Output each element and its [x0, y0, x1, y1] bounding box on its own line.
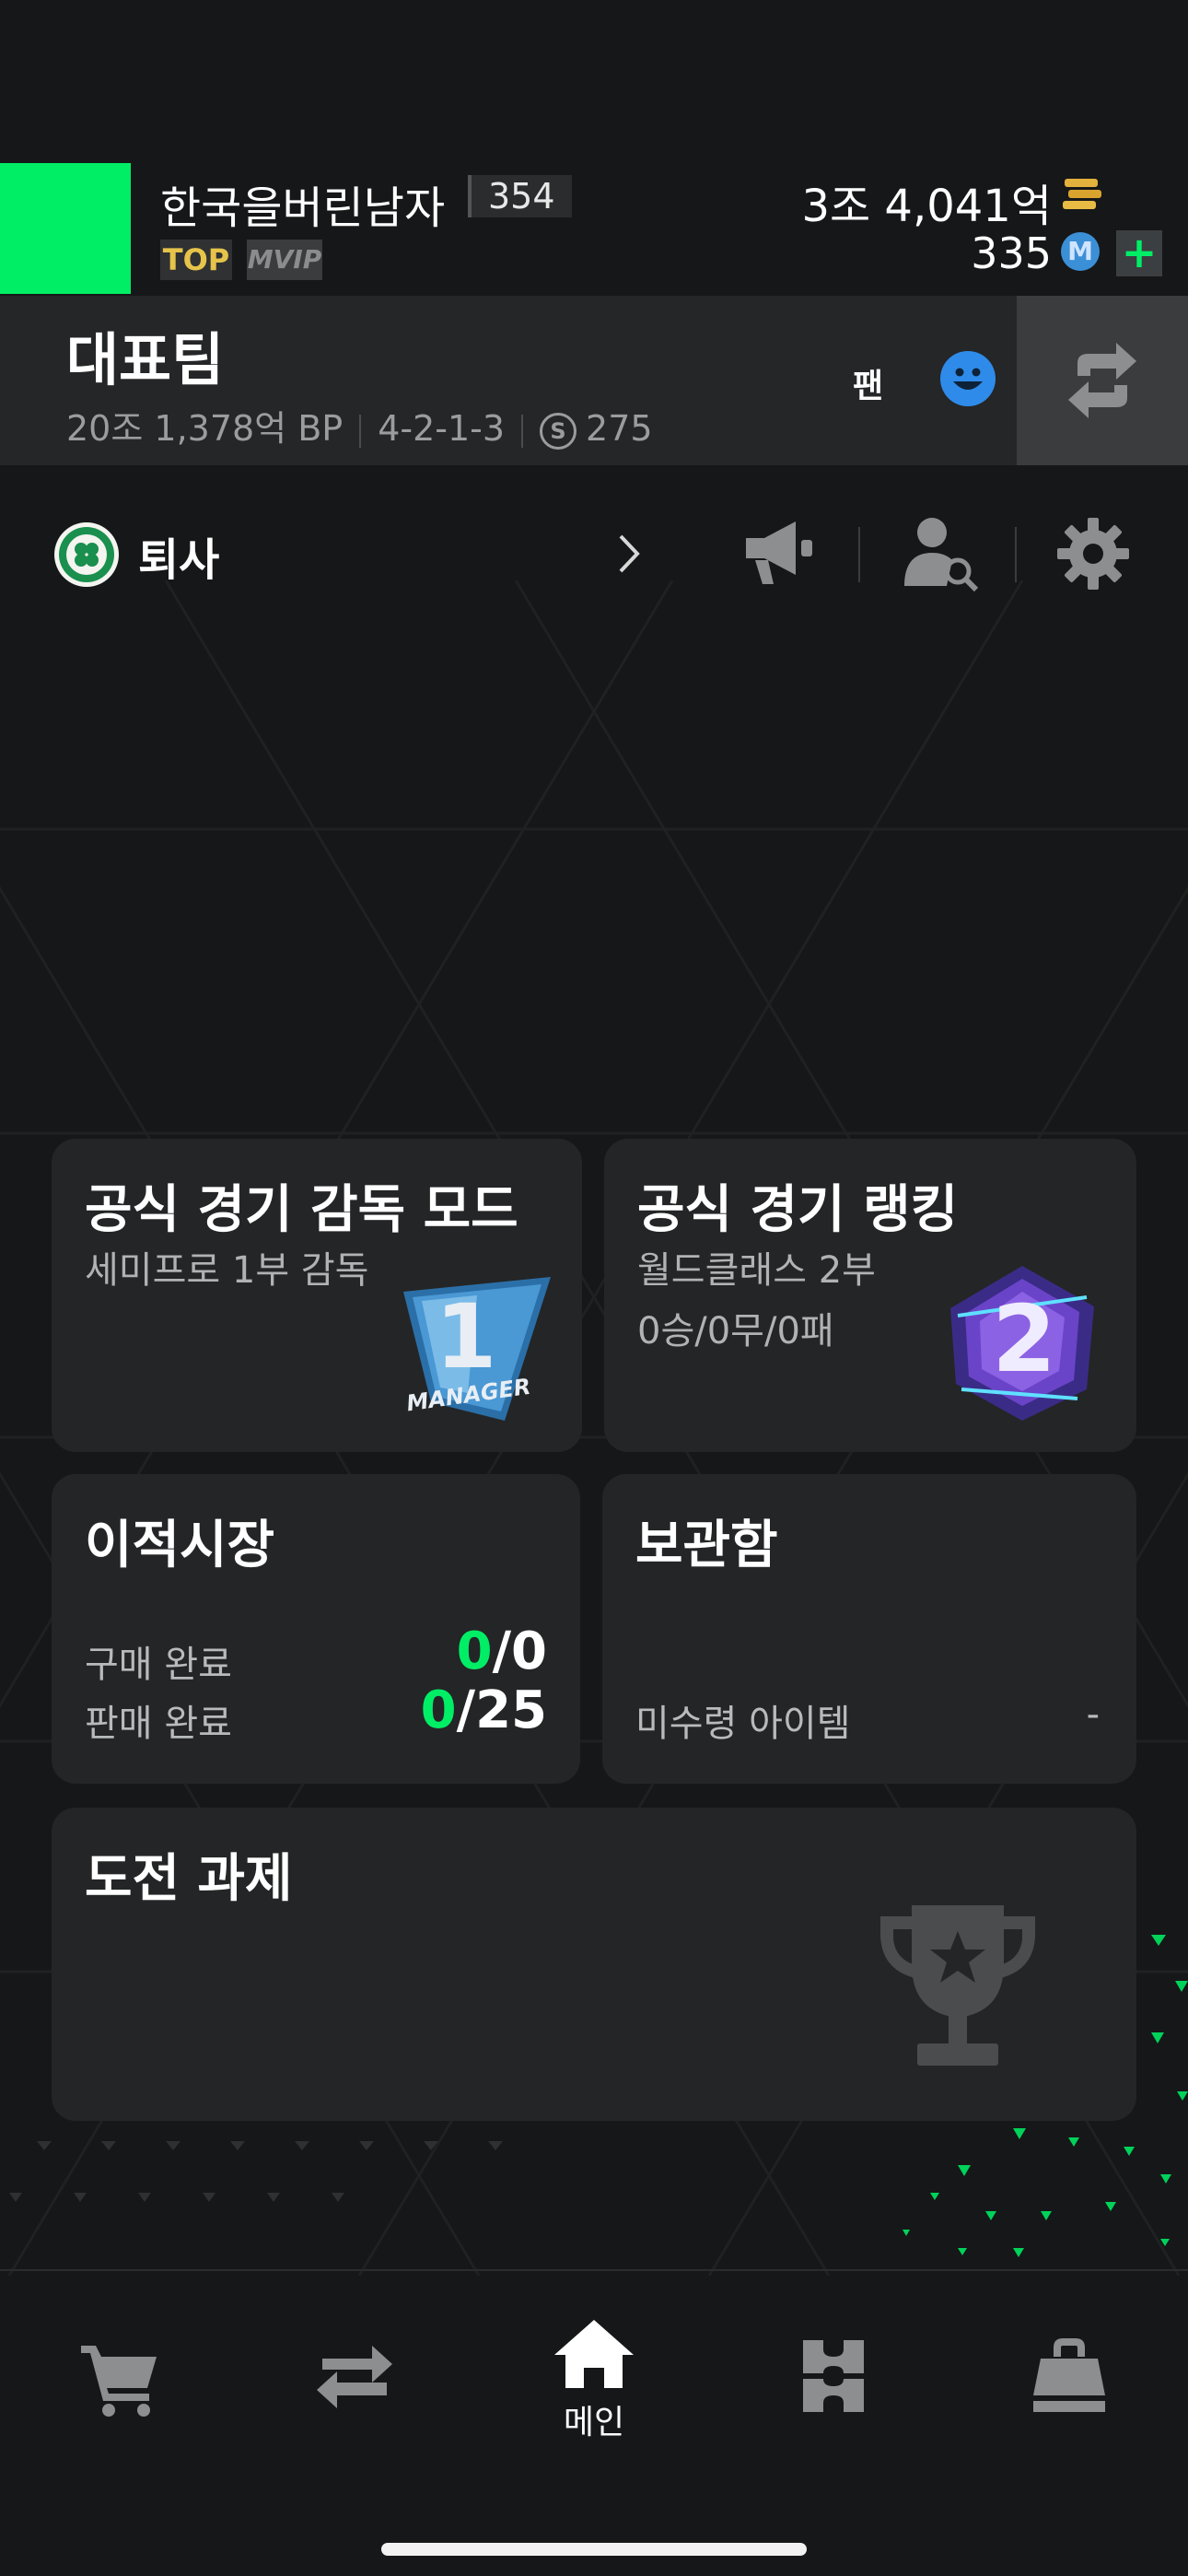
- team-value: 20조 1,378억 BP: [66, 408, 344, 449]
- sell-complete-label: 판매 완료: [85, 1703, 232, 1745]
- mc-coin-icon: M: [1061, 232, 1100, 271]
- divider: [858, 527, 860, 582]
- buy-total: /0: [492, 1622, 547, 1681]
- divider: [1015, 527, 1017, 582]
- ranking-card[interactable]: 공식 경기 랭킹 월드클래스 2부 0승/0무/0패 2: [604, 1139, 1136, 1452]
- vip-badge: 𝙈VIP: [247, 240, 322, 280]
- vip-badge-label: VIP: [273, 244, 322, 275]
- ranking-subtitle: 월드클래스 2부: [637, 1249, 876, 1292]
- bag-icon[interactable]: [1028, 2335, 1111, 2418]
- ranking-emblem-icon: 2: [950, 1266, 1094, 1421]
- transfer-market-card[interactable]: 이적시장 구매 완료 0/0 판매 완료 0/25: [52, 1474, 580, 1784]
- buy-complete-count: 0/0: [457, 1622, 547, 1681]
- ranking-title: 공식 경기 랭킹: [637, 1180, 959, 1240]
- megaphone-icon[interactable]: [742, 518, 820, 588]
- manager-mode-subtitle: 세미프로 1부 감독: [85, 1249, 369, 1292]
- bp-coin-icon: [1063, 179, 1101, 209]
- home-indicator[interactable]: [381, 2543, 807, 2556]
- divider: [359, 414, 362, 448]
- add-currency-button[interactable]: +: [1116, 230, 1162, 276]
- storage-title: 보관함: [635, 1516, 778, 1575]
- manager-emblem-icon: 1 MANAGER: [403, 1277, 551, 1421]
- team-salary: 275: [586, 408, 653, 449]
- squad-field-icon[interactable]: [792, 2335, 875, 2418]
- top-badge: TOP: [160, 240, 232, 280]
- team-formation: 4-2-1-3: [378, 408, 506, 449]
- home-icon[interactable]: [553, 2318, 635, 2388]
- trophy-icon: [880, 1905, 1035, 2066]
- challenge-title: 도전 과제: [85, 1849, 293, 1909]
- challenge-card[interactable]: 도전 과제: [52, 1808, 1136, 2121]
- manager-mode-card[interactable]: 공식 경기 감독 모드 세미프로 1부 감독 1 MANAGER: [52, 1139, 582, 1452]
- salary-icon: S: [540, 412, 577, 450]
- bp-balance: 3조 4,041억: [801, 181, 1052, 232]
- nav-divider: [0, 2269, 1188, 2271]
- transfer-market-title: 이적시장: [85, 1516, 275, 1575]
- chevron-right-icon[interactable]: [615, 533, 643, 575]
- divider: [521, 414, 524, 448]
- sell-total: /25: [456, 1680, 547, 1740]
- unclaimed-items-value: -: [1086, 1693, 1100, 1736]
- manager-mode-title: 공식 경기 감독 모드: [85, 1180, 518, 1240]
- fan-mood-icon[interactable]: [939, 350, 996, 407]
- level-badge: 354: [468, 175, 572, 217]
- team-name: 대표팀: [66, 326, 225, 393]
- storage-card[interactable]: 보관함 미수령 아이템 -: [602, 1474, 1136, 1784]
- club-crest-icon: [54, 522, 119, 587]
- ranking-record: 0승/0무/0패: [637, 1310, 834, 1352]
- mc-balance: 335: [971, 228, 1052, 278]
- fan-label: 팬: [853, 368, 884, 405]
- buy-complete-label: 구매 완료: [85, 1644, 232, 1686]
- user-search-icon[interactable]: [901, 514, 980, 593]
- manager-emblem-number: 1: [436, 1285, 497, 1388]
- nickname: 한국을버린남자: [160, 182, 446, 234]
- nav-home-label[interactable]: 메인: [0, 2395, 1188, 2443]
- buy-done: 0: [456, 1622, 493, 1681]
- gear-icon[interactable]: [1055, 516, 1131, 591]
- profile-avatar[interactable]: [0, 163, 131, 294]
- ranking-emblem-number: 2: [992, 1285, 1056, 1393]
- sell-complete-count: 0/25: [421, 1680, 547, 1740]
- club-name[interactable]: 퇴사: [138, 523, 219, 588]
- unclaimed-items-label: 미수령 아이템: [635, 1703, 851, 1745]
- swap-arrows-icon: [1068, 343, 1136, 418]
- sell-done: 0: [420, 1680, 457, 1740]
- team-stats: 20조 1,378억 BP 4-2-1-3 S 275: [66, 400, 653, 451]
